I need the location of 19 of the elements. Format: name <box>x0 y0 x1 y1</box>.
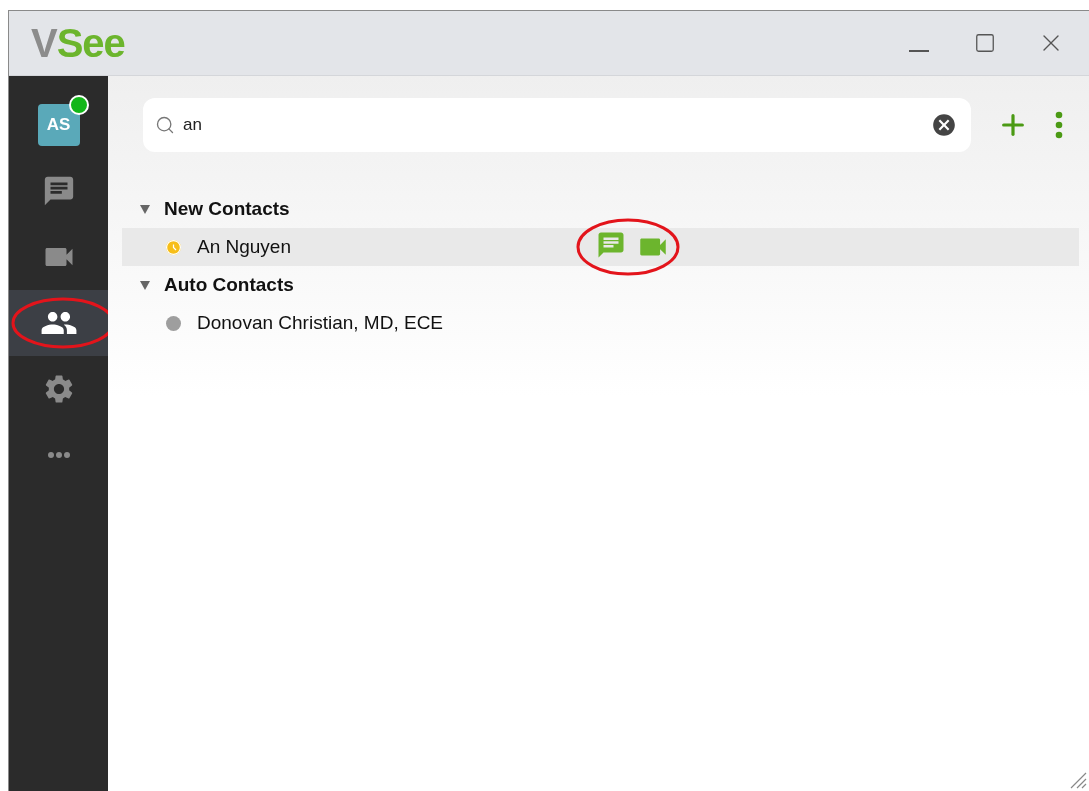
nav-button[interactable] <box>9 290 108 356</box>
contact-row[interactable]: Donovan Christian, MD, ECE <box>122 304 1079 342</box>
resize-grip[interactable] <box>1069 771 1087 789</box>
contact-name: Donovan Christian, MD, ECE <box>197 312 444 334</box>
caret-icon <box>140 280 150 290</box>
app-logo: VSee <box>31 20 125 66</box>
more-icon <box>47 452 70 458</box>
search-icon <box>155 115 175 135</box>
contact-group-header[interactable]: New Contacts <box>122 190 1079 228</box>
search-input[interactable]: an <box>181 114 925 136</box>
contact-row[interactable]: An Nguyen <box>122 228 1079 266</box>
caret-icon <box>140 204 150 214</box>
search-field[interactable]: an <box>143 98 971 152</box>
contact-name: An Nguyen <box>197 236 291 258</box>
clear-search-button[interactable] <box>931 112 957 138</box>
more-options-button[interactable] <box>1055 111 1063 139</box>
contact-group-header[interactable]: Auto Contacts <box>122 266 1079 304</box>
minimize-icon <box>909 50 929 52</box>
maximize-icon <box>974 32 996 54</box>
